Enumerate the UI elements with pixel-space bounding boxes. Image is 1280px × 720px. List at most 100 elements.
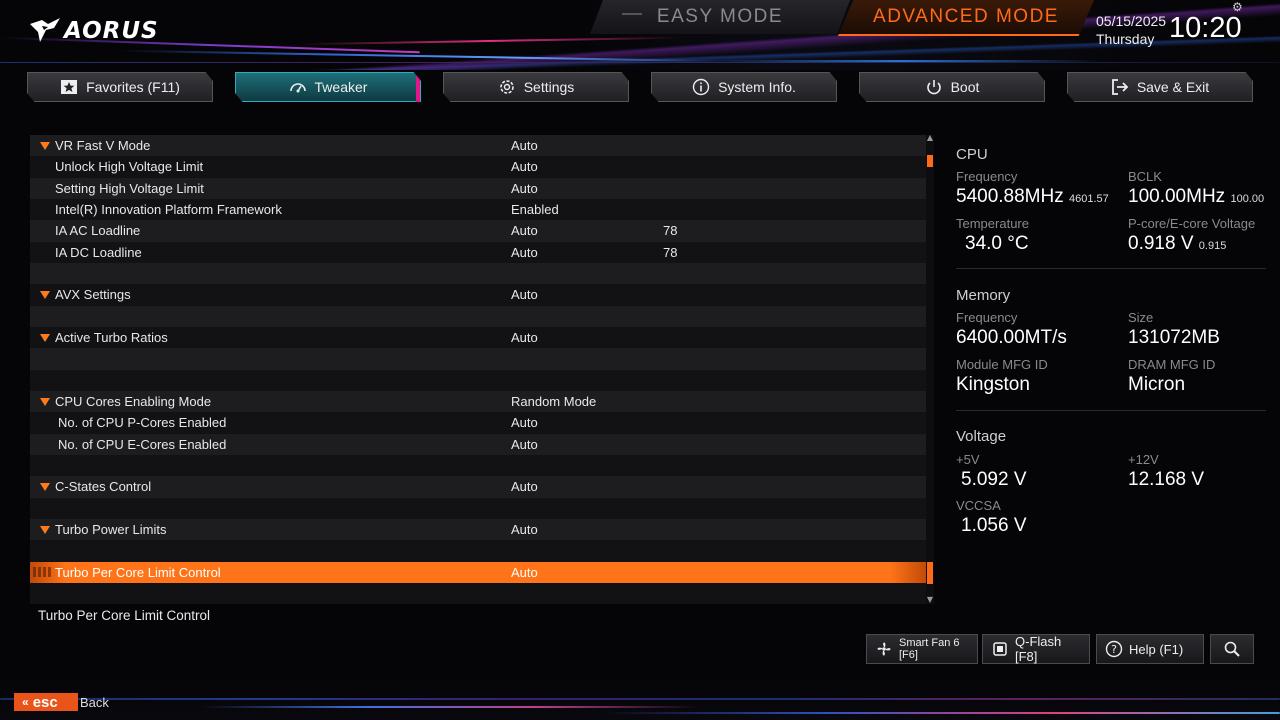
empty-row bbox=[30, 348, 926, 369]
setting-label: No. of CPU E-Cores Enabled bbox=[58, 434, 226, 455]
aorus-logo: AORUS bbox=[28, 14, 159, 48]
memory-size-value: 131072MB bbox=[1128, 327, 1220, 349]
main-nav: Favorites (F11) Tweaker Settings System … bbox=[0, 72, 1280, 104]
help-button[interactable]: ? Help (F1) bbox=[1096, 634, 1204, 664]
tab-system-info[interactable]: System Info. bbox=[651, 72, 837, 102]
setting-value[interactable]: Auto bbox=[511, 434, 538, 455]
setting-row[interactable]: AVX Settings Auto bbox=[30, 284, 926, 305]
tab-system-info-label: System Info. bbox=[718, 79, 796, 95]
expand-triangle-icon[interactable] bbox=[40, 334, 50, 342]
setting-value[interactable]: Auto bbox=[511, 178, 538, 199]
setting-value[interactable]: Auto bbox=[511, 562, 538, 583]
module-mfg-value: Kingston bbox=[956, 374, 1030, 396]
logo-text: AORUS bbox=[64, 18, 159, 44]
setting-value[interactable]: Auto bbox=[511, 242, 538, 263]
time-display: 10:20 bbox=[1169, 12, 1242, 45]
vccsa-value: 1.056 V bbox=[961, 515, 1027, 537]
cpu-temp-label: Temperature bbox=[956, 216, 1029, 231]
setting-value[interactable]: Auto bbox=[511, 519, 538, 540]
setting-label: Active Turbo Ratios bbox=[55, 327, 168, 348]
setting-label: Turbo Power Limits bbox=[55, 519, 167, 540]
empty-row bbox=[30, 455, 926, 476]
tab-settings-label: Settings bbox=[524, 79, 575, 95]
empty-row bbox=[30, 306, 926, 327]
setting-current-value: 78 bbox=[663, 242, 677, 263]
setting-row[interactable]: Active Turbo Ratios Auto bbox=[30, 327, 926, 348]
expand-triangle-icon[interactable] bbox=[40, 142, 50, 150]
power-icon bbox=[925, 78, 943, 96]
tab-settings[interactable]: Settings bbox=[443, 72, 629, 102]
easy-mode-decoration bbox=[622, 13, 642, 15]
easy-mode-tab[interactable]: EASY MODE bbox=[590, 0, 850, 34]
setting-value[interactable]: Random Mode bbox=[511, 391, 596, 412]
setting-row[interactable]: CPU Cores Enabling Mode Random Mode bbox=[30, 391, 926, 412]
v5-label: +5V bbox=[956, 452, 980, 467]
search-button[interactable] bbox=[1210, 634, 1254, 664]
advanced-mode-tab[interactable]: ADVANCED MODE bbox=[838, 0, 1094, 36]
tab-save-exit[interactable]: Save & Exit bbox=[1067, 72, 1253, 102]
gear-icon bbox=[498, 78, 516, 96]
tab-tweaker[interactable]: Tweaker bbox=[235, 72, 421, 102]
date-display: 05/15/2025 Thursday bbox=[1096, 12, 1166, 48]
setting-row[interactable]: Turbo Per Core Limit ControlAuto bbox=[30, 562, 926, 583]
setting-value[interactable]: Auto bbox=[511, 327, 538, 348]
qflash-button[interactable]: Q-Flash [F8] bbox=[982, 634, 1090, 664]
v5-value: 5.092 V bbox=[961, 469, 1027, 491]
dram-mfg-label: DRAM MFG ID bbox=[1128, 357, 1215, 372]
tab-favorites[interactable]: Favorites (F11) bbox=[27, 72, 213, 102]
setting-row[interactable]: Unlock High Voltage LimitAuto bbox=[30, 156, 926, 177]
scroll-down-arrow-icon[interactable]: ▼ bbox=[926, 596, 934, 604]
setting-row[interactable]: Intel(R) Innovation Platform FrameworkEn… bbox=[30, 199, 926, 220]
core-voltage-value: 0.918 V 0.915 bbox=[1128, 233, 1226, 255]
setting-current-value: 78 bbox=[663, 220, 677, 241]
settings-list: VR Fast V ModeAutoUnlock High Voltage Li… bbox=[30, 135, 926, 604]
tab-boot[interactable]: Boot bbox=[859, 72, 1045, 102]
setting-label: CPU Cores Enabling Mode bbox=[55, 391, 211, 412]
setting-row[interactable]: IA DC LoadlineAuto78 bbox=[30, 242, 926, 263]
setting-row[interactable]: VR Fast V Mode Auto bbox=[30, 135, 926, 156]
panel-divider bbox=[956, 410, 1266, 411]
memory-frequency-label: Frequency bbox=[956, 310, 1017, 325]
help-label: Help (F1) bbox=[1129, 642, 1183, 657]
setting-label: VR Fast V Mode bbox=[55, 135, 150, 156]
setting-value[interactable]: Auto bbox=[511, 412, 538, 433]
svg-text:?: ? bbox=[1111, 643, 1117, 656]
empty-row bbox=[30, 370, 926, 391]
memory-frequency-value: 6400.00MT/s bbox=[956, 327, 1067, 349]
setting-value[interactable]: Auto bbox=[511, 135, 538, 156]
setting-row[interactable]: Turbo Power Limits Auto bbox=[30, 519, 926, 540]
setting-value[interactable]: Auto bbox=[511, 284, 538, 305]
setting-row[interactable]: No. of CPU E-Cores Enabled Auto bbox=[30, 434, 926, 455]
setting-value[interactable]: Auto bbox=[511, 476, 538, 497]
weekday: Thursday bbox=[1096, 30, 1166, 48]
setting-value[interactable]: Auto bbox=[511, 156, 538, 177]
scrollbar-position-marker bbox=[927, 562, 933, 584]
expand-triangle-icon[interactable] bbox=[40, 526, 50, 534]
esc-button[interactable]: « esc bbox=[14, 693, 78, 711]
scrollbar-thumb[interactable] bbox=[927, 155, 933, 167]
setting-row[interactable]: C-States ControlAuto bbox=[30, 476, 926, 497]
scroll-up-arrow-icon[interactable]: ▲ bbox=[926, 134, 934, 142]
empty-row bbox=[30, 540, 926, 561]
cpu-temp-value: 34.0 °C bbox=[965, 233, 1029, 255]
scrollbar-track[interactable] bbox=[926, 135, 934, 604]
expand-triangle-icon[interactable] bbox=[40, 483, 50, 491]
search-icon bbox=[1223, 640, 1241, 658]
memory-size-label: Size bbox=[1128, 310, 1153, 325]
expand-triangle-icon[interactable] bbox=[40, 398, 50, 406]
clock-settings-icon[interactable]: ⚙ bbox=[1232, 0, 1243, 14]
setting-row[interactable]: No. of CPU P-Cores EnabledAuto bbox=[30, 412, 926, 433]
setting-value[interactable]: Enabled bbox=[511, 199, 559, 220]
setting-row[interactable]: IA AC LoadlineAuto78 bbox=[30, 220, 926, 241]
voltage-section-title: Voltage bbox=[956, 428, 1006, 445]
setting-value[interactable]: Auto bbox=[511, 220, 538, 241]
setting-label: AVX Settings bbox=[55, 284, 131, 305]
expand-triangle-icon[interactable] bbox=[40, 291, 50, 299]
setting-row[interactable]: Setting High Voltage LimitAuto bbox=[30, 178, 926, 199]
date: 05/15/2025 bbox=[1096, 12, 1166, 30]
help-icon: ? bbox=[1105, 640, 1123, 658]
smart-fan-button[interactable]: Smart Fan 6 [F6] bbox=[866, 634, 978, 664]
exit-icon bbox=[1111, 78, 1129, 96]
fan-icon bbox=[875, 640, 893, 658]
back-label[interactable]: Back bbox=[80, 695, 109, 710]
